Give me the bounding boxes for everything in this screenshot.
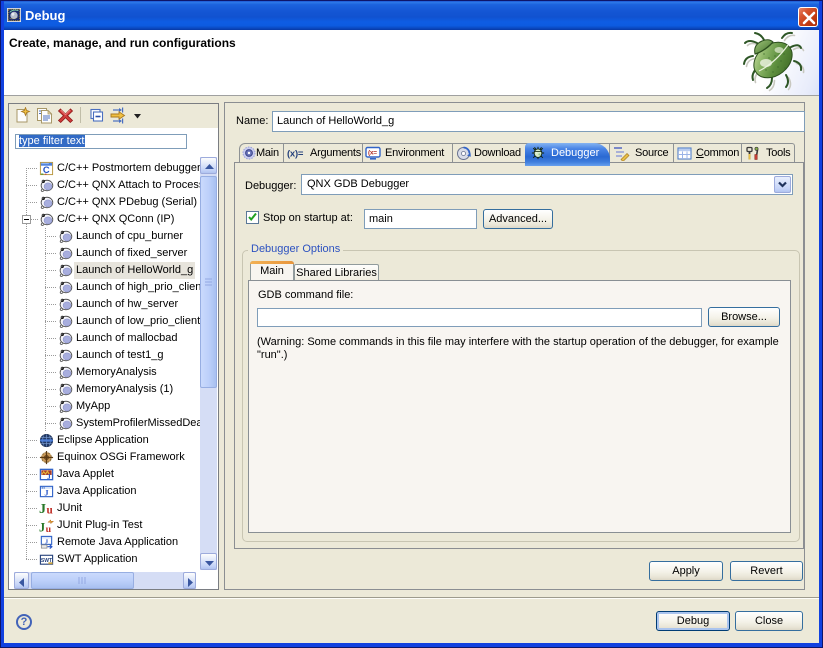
- svg-text:(x=: (x=: [368, 150, 377, 157]
- svg-text:(x)=: (x)=: [287, 149, 304, 160]
